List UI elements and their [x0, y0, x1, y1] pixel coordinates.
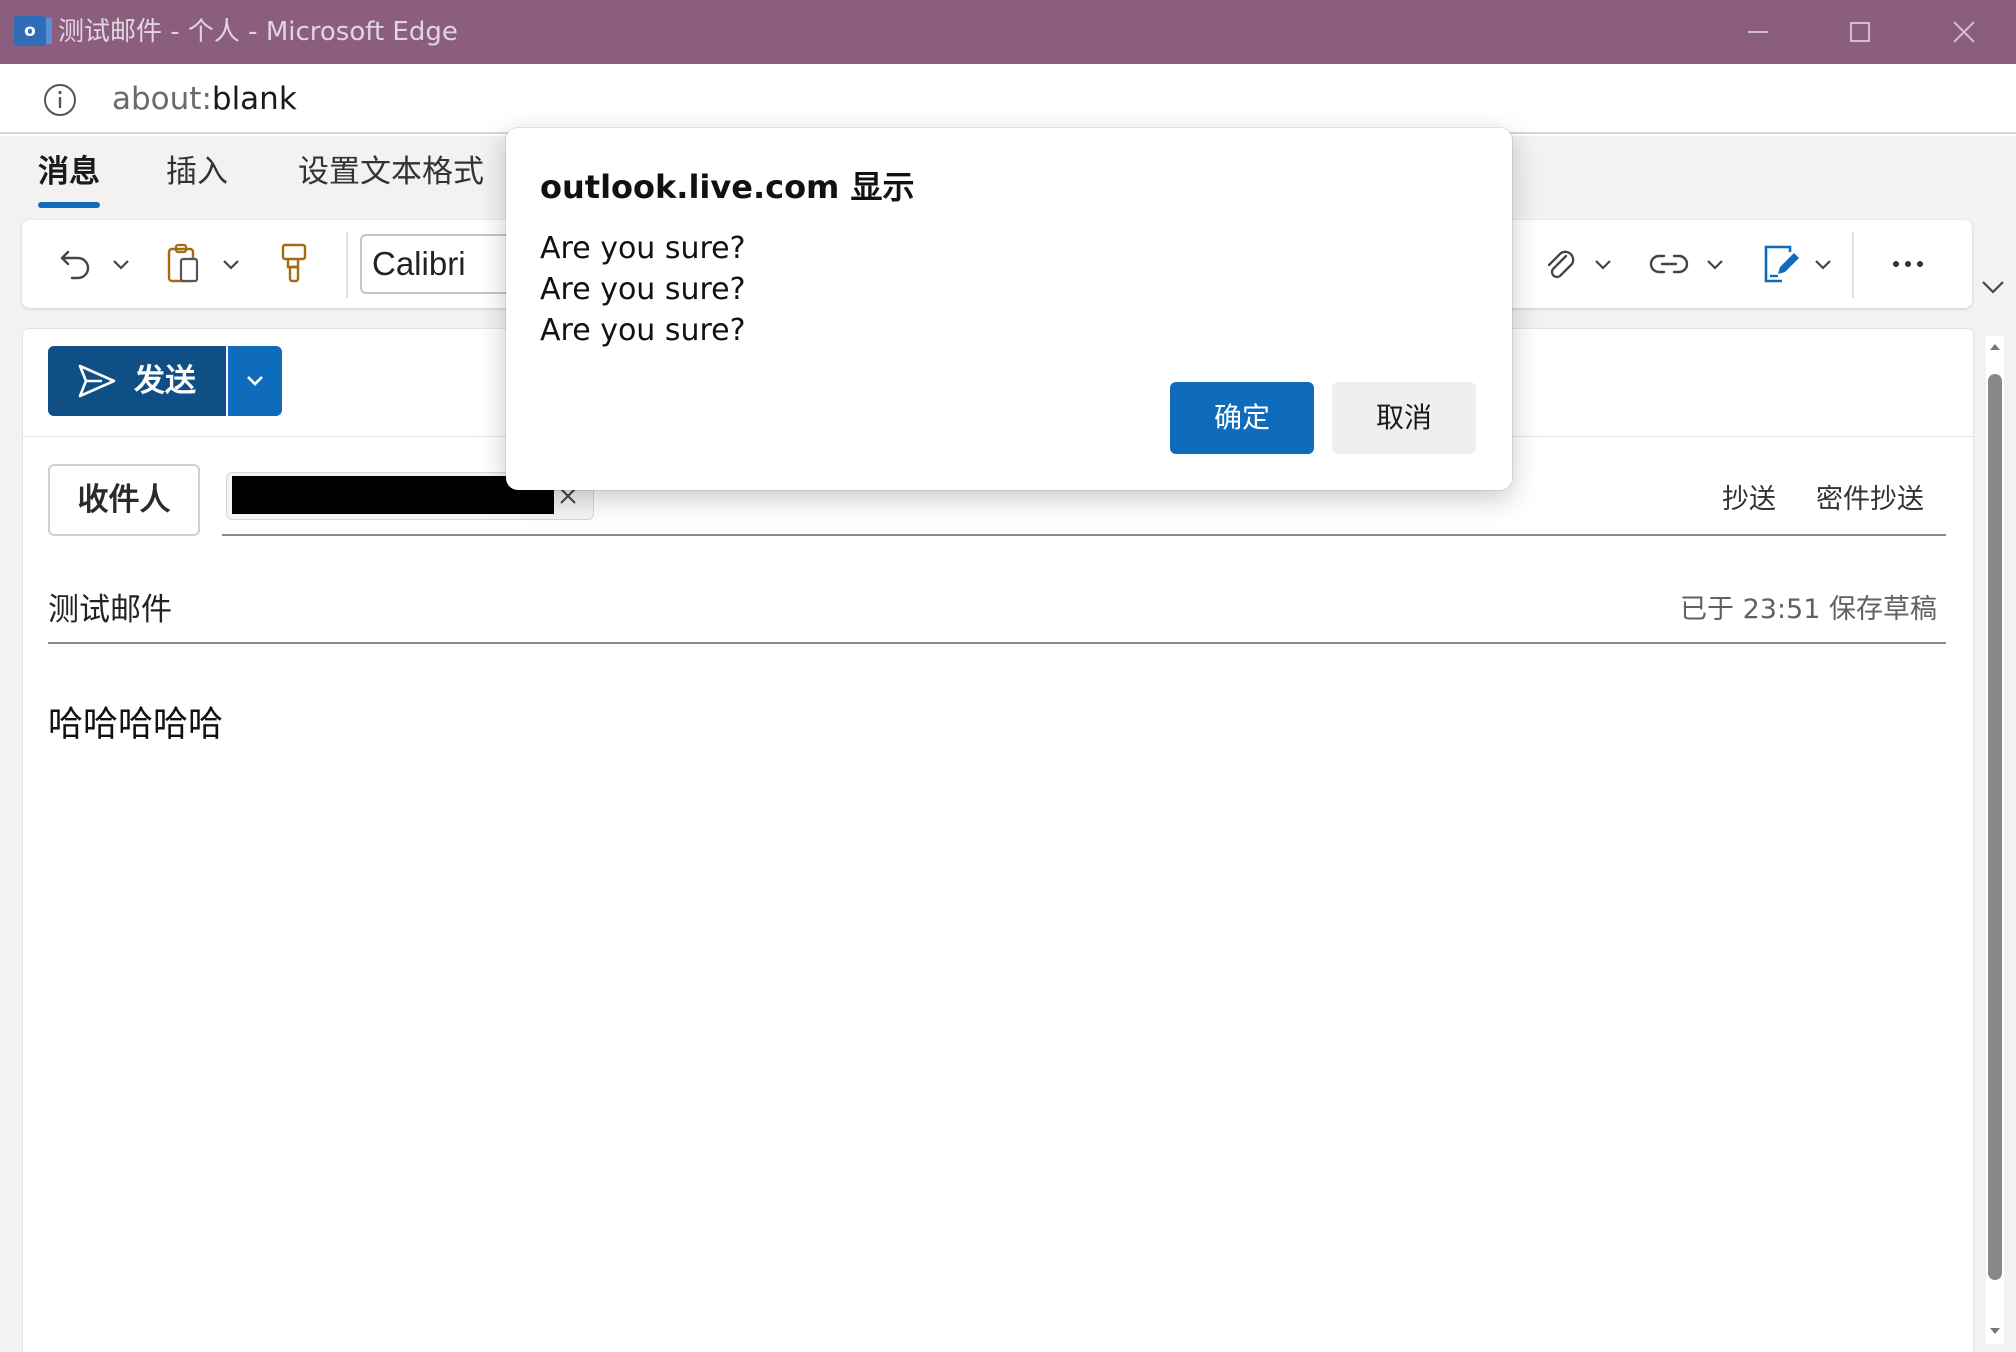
attach-dropdown-icon[interactable]: [1592, 256, 1614, 272]
paste-icon[interactable]: [164, 242, 204, 286]
address-bar: about:blank: [0, 64, 2016, 134]
signature-icon[interactable]: [1760, 242, 1802, 286]
outlook-logo: o: [14, 16, 46, 46]
cc-link[interactable]: 抄送: [1722, 482, 1776, 518]
link-dropdown-icon[interactable]: [1704, 256, 1726, 272]
confirm-dialog: outlook.live.com 显示 Are you sure? Are yo…: [506, 128, 1512, 490]
scrollbar-thumb[interactable]: [1988, 374, 2002, 1280]
to-button[interactable]: 收件人: [48, 464, 200, 536]
subject-field[interactable]: 测试邮件: [48, 590, 172, 630]
subject-underline: [48, 642, 1946, 644]
dialog-title: outlook.live.com 显示: [540, 168, 915, 206]
link-icon[interactable]: [1648, 248, 1690, 280]
ribbon-separator: [346, 232, 348, 298]
format-painter-icon[interactable]: [278, 242, 312, 286]
url-text[interactable]: about:blank: [112, 79, 297, 119]
chevron-down-icon: [247, 376, 263, 386]
title-bar: o 测试邮件 - 个人 - Microsoft Edge: [0, 0, 2016, 64]
message-body[interactable]: 哈哈哈哈哈: [48, 702, 223, 748]
scroll-up-icon[interactable]: [1986, 338, 2004, 356]
tab-message[interactable]: 消息: [38, 152, 100, 192]
undo-dropdown-icon[interactable]: [110, 256, 132, 272]
send-button[interactable]: 发送: [48, 346, 226, 416]
send-options-button[interactable]: [228, 346, 282, 416]
browser-window: o 测试邮件 - 个人 - Microsoft Edge about:blank…: [0, 0, 2016, 1352]
scroll-down-icon[interactable]: [1986, 1322, 2004, 1340]
tab-insert[interactable]: 插入: [166, 152, 228, 192]
ribbon-expand-icon[interactable]: [1976, 274, 2010, 300]
send-label: 发送: [134, 363, 196, 399]
url-scheme: about:: [112, 81, 212, 117]
ok-button[interactable]: 确定: [1170, 382, 1314, 454]
signature-dropdown-icon[interactable]: [1812, 256, 1834, 272]
attach-icon[interactable]: [1540, 244, 1580, 284]
maximize-button[interactable]: [1838, 10, 1882, 54]
cancel-button[interactable]: 取消: [1332, 382, 1476, 454]
tab-format-text[interactable]: 设置文本格式: [298, 152, 484, 192]
url-path: blank: [211, 81, 297, 117]
ribbon-separator: [1852, 232, 1854, 298]
window-title: 测试邮件 - 个人 - Microsoft Edge: [58, 17, 458, 47]
draft-saved-status: 已于 23:51 保存草稿: [1680, 594, 1937, 625]
send-icon: [78, 364, 116, 398]
undo-icon[interactable]: [56, 244, 96, 284]
info-icon[interactable]: [42, 82, 78, 118]
close-button[interactable]: [1942, 10, 1986, 54]
bcc-link[interactable]: 密件抄送: [1816, 482, 1924, 518]
minimize-button[interactable]: [1736, 10, 1780, 54]
more-icon[interactable]: [1890, 254, 1926, 274]
font-name-select[interactable]: Calibri: [360, 234, 520, 294]
to-field-underline: [222, 534, 1946, 536]
paste-dropdown-icon[interactable]: [220, 256, 242, 272]
active-tab-indicator: [38, 202, 100, 208]
dialog-message: Are you sure? Are you sure? Are you sure…: [540, 231, 746, 348]
